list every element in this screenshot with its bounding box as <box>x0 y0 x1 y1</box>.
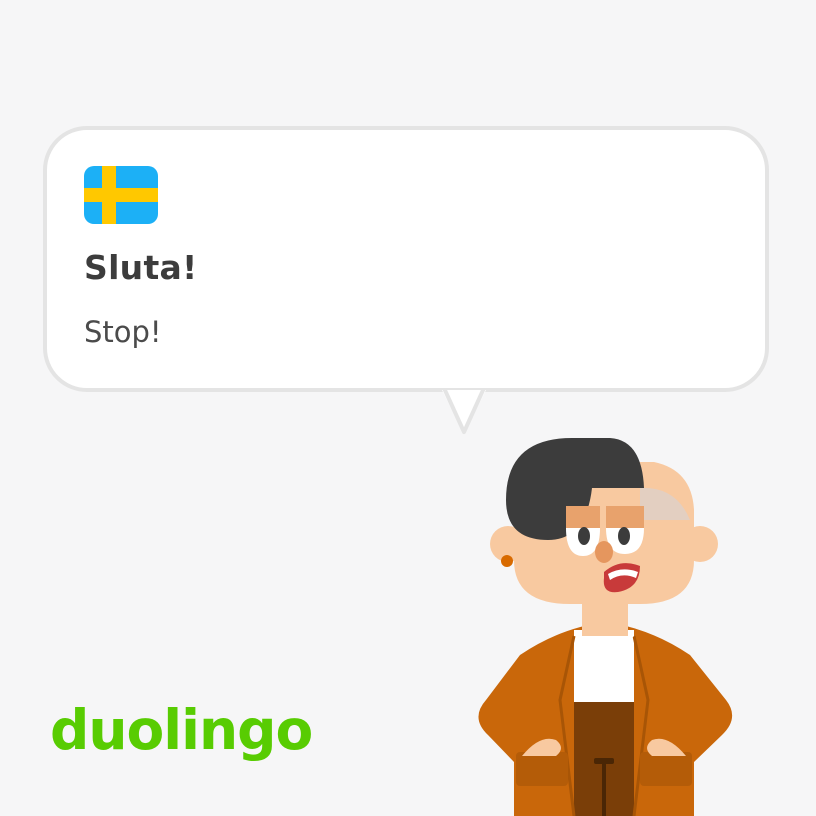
phrase-text: Sluta! <box>84 248 198 287</box>
sweden-flag-icon <box>84 166 158 224</box>
lily-character-illustration <box>478 438 733 816</box>
canvas: Sluta! Stop! duolingo <box>0 0 816 816</box>
translation-text: Stop! <box>84 315 162 349</box>
duolingo-logo: duolingo <box>50 698 313 762</box>
